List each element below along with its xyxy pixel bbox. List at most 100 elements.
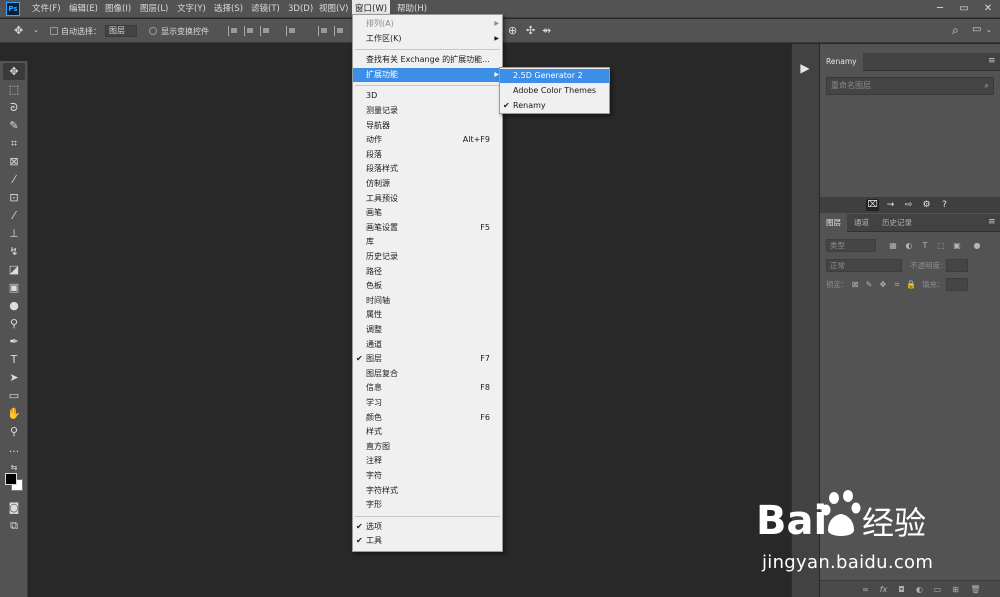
- extension-menu-item[interactable]: Renamy ✔: [500, 99, 609, 113]
- 3d-orbit-icon[interactable]: ⊕: [508, 24, 517, 37]
- brush-tool-icon[interactable]: ⁄: [3, 207, 25, 224]
- screen-mode-icon[interactable]: ⧉: [3, 517, 25, 534]
- window-menu-item[interactable]: 查找有关 Exchange 的扩展功能...: [353, 53, 502, 67]
- search-icon[interactable]: ⌕: [952, 23, 959, 38]
- align-middle-icon[interactable]: [318, 26, 328, 36]
- window-menu-item[interactable]: 图层复合: [353, 367, 502, 381]
- smart-object-filter-icon[interactable]: ▣: [952, 240, 962, 251]
- auto-select-checkbox[interactable]: [50, 27, 58, 35]
- type-filter-icon[interactable]: T: [920, 240, 930, 251]
- panel-menu-icon[interactable]: ≡: [988, 57, 996, 66]
- lasso-tool-icon[interactable]: ᘐ: [3, 99, 25, 116]
- blend-mode-select[interactable]: 正常: [826, 259, 902, 272]
- trash-icon[interactable]: 🗑: [970, 584, 981, 595]
- close-button[interactable]: ✕: [976, 0, 1000, 18]
- tab-channels[interactable]: 通道: [848, 214, 875, 232]
- arrow-right-icon[interactable]: →: [884, 199, 897, 211]
- tab-renamy[interactable]: Renamy: [820, 53, 863, 71]
- eyedropper-tool-icon[interactable]: ⁄: [3, 171, 25, 188]
- workspace-icon[interactable]: ▭: [972, 24, 981, 35]
- window-menu-item[interactable]: 字符: [353, 469, 502, 483]
- window-menu-item[interactable]: 属性: [353, 308, 502, 322]
- fx-icon[interactable]: fx: [878, 584, 889, 595]
- align-bottom-icon[interactable]: [334, 26, 344, 36]
- eraser-tool-icon[interactable]: ◪: [3, 261, 25, 278]
- shape-filter-icon[interactable]: ⬚: [936, 240, 946, 251]
- pixel-filter-icon[interactable]: ▦: [888, 240, 898, 251]
- maximize-button[interactable]: ▭: [952, 0, 976, 18]
- window-menu-item[interactable]: 导航器: [353, 119, 502, 133]
- window-menu-item[interactable]: 库: [353, 235, 502, 249]
- group-folder-icon[interactable]: ▭: [932, 584, 943, 595]
- menu-item[interactable]: 文件(F): [29, 0, 64, 18]
- window-menu-item[interactable]: 学习: [353, 396, 502, 410]
- window-menu-item[interactable]: 色板: [353, 279, 502, 293]
- marquee-tool-icon[interactable]: ⬚: [3, 81, 25, 98]
- crop-tool-icon[interactable]: ⌗: [3, 135, 25, 152]
- play-icon[interactable]: ▶: [794, 58, 816, 78]
- link-layers-icon[interactable]: ∞: [860, 584, 871, 595]
- window-menu-item[interactable]: 字形: [353, 498, 502, 512]
- move-tool-icon[interactable]: ✥: [14, 24, 23, 37]
- window-menu-item[interactable]: 工作区(K) ▶: [353, 32, 502, 46]
- window-menu-item[interactable]: 直方图: [353, 440, 502, 454]
- filter-type-select[interactable]: 类型: [826, 239, 876, 252]
- foreground-color-swatch[interactable]: [5, 473, 17, 485]
- window-menu-item[interactable]: 测量记录: [353, 104, 502, 118]
- minimize-button[interactable]: ─: [928, 0, 952, 18]
- add-mask-icon[interactable]: ◘: [896, 584, 907, 595]
- window-menu-item[interactable]: 选项 ✔: [353, 520, 502, 534]
- show-transform-checkbox[interactable]: [149, 27, 157, 35]
- window-menu-item[interactable]: 工具 ✔: [353, 534, 502, 548]
- window-menu-item[interactable]: 通道: [353, 338, 502, 352]
- lock-paint-icon[interactable]: ✎: [864, 279, 874, 290]
- quick-select-tool-icon[interactable]: ✎: [3, 117, 25, 134]
- type-tool-icon[interactable]: T: [3, 351, 25, 368]
- dodge-tool-icon[interactable]: ⚲: [3, 315, 25, 332]
- window-menu-item[interactable]: 样式: [353, 425, 502, 439]
- window-menu-item[interactable]: 历史记录: [353, 250, 502, 264]
- window-menu-item[interactable]: 路径: [353, 265, 502, 279]
- tab-history[interactable]: 历史记录: [876, 214, 918, 232]
- path-select-tool-icon[interactable]: ➤: [3, 369, 25, 386]
- window-menu-item[interactable]: 图层 ✔ F7: [353, 352, 502, 366]
- healing-brush-tool-icon[interactable]: ⊡: [3, 189, 25, 206]
- menu-item[interactable]: 滤镜(T): [248, 0, 283, 18]
- opacity-input[interactable]: [946, 259, 968, 272]
- export-icon[interactable]: ⇨: [902, 199, 915, 211]
- 3d-pan-icon[interactable]: ✣: [526, 24, 535, 37]
- window-menu-item[interactable]: 扩展功能 ▶: [353, 67, 502, 82]
- hand-tool-icon[interactable]: ✋: [3, 405, 25, 422]
- tab-layers[interactable]: 图层: [820, 214, 847, 232]
- rename-icon[interactable]: ⌧: [866, 199, 879, 211]
- more-tools-icon[interactable]: ···: [3, 443, 25, 460]
- window-menu-item[interactable]: 段落样式: [353, 162, 502, 176]
- window-menu-item[interactable]: 工具预设: [353, 192, 502, 206]
- window-menu-item[interactable]: 注释: [353, 454, 502, 468]
- filter-toggle-icon[interactable]: ●: [972, 240, 982, 251]
- clone-stamp-tool-icon[interactable]: ⊥: [3, 225, 25, 242]
- window-menu-item[interactable]: 调整: [353, 323, 502, 337]
- gradient-tool-icon[interactable]: ▣: [3, 279, 25, 296]
- renamy-search-input[interactable]: 重命名图层 ⌕: [826, 77, 994, 95]
- align-right-icon[interactable]: [260, 26, 270, 36]
- help-icon[interactable]: ?: [938, 199, 951, 211]
- align-top-icon[interactable]: [286, 26, 296, 36]
- window-menu-item[interactable]: 仿制源: [353, 177, 502, 191]
- lock-move-icon[interactable]: ✥: [878, 279, 888, 290]
- blur-tool-icon[interactable]: ●: [3, 297, 25, 314]
- window-menu-item[interactable]: 画笔: [353, 206, 502, 220]
- chevron-down-icon-2[interactable]: ⌄: [986, 26, 992, 34]
- window-menu-item[interactable]: 时间轴: [353, 294, 502, 308]
- lock-all-icon[interactable]: 🔒: [906, 279, 916, 290]
- menu-item[interactable]: 视图(V): [316, 0, 351, 18]
- menu-item[interactable]: 3D(D): [285, 0, 316, 18]
- lock-pixels-icon[interactable]: ⊠: [850, 279, 860, 290]
- adjustment-filter-icon[interactable]: ◐: [904, 240, 914, 251]
- history-brush-tool-icon[interactable]: ↯: [3, 243, 25, 260]
- gear-icon[interactable]: ⚙: [920, 199, 933, 211]
- window-menu-item[interactable]: 动作 Alt+F9: [353, 133, 502, 147]
- menu-item[interactable]: 图层(L): [137, 0, 171, 18]
- chevron-down-icon[interactable]: ⌄: [33, 26, 39, 34]
- menu-item[interactable]: 选择(S): [211, 0, 246, 18]
